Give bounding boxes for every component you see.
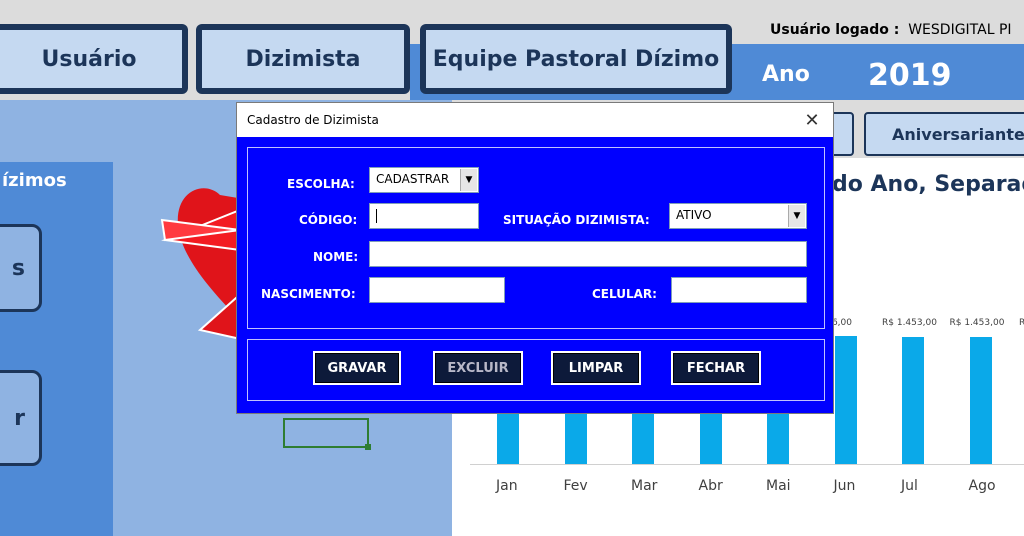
codigo-label: CÓDIGO: [299,213,358,227]
logged-user-label: Usuário logado : [770,22,900,38]
selected-cell[interactable] [283,418,371,450]
celular-input[interactable] [671,277,807,303]
chart-tick-abr: Abr [698,478,723,494]
escolha-value: CADASTRAR [376,172,450,186]
side-button-1[interactable]: s [0,224,42,312]
logged-user: Usuário logado : WESDIGITAL PI [770,22,1012,38]
chart-tick-jan: Jan [496,478,518,494]
nascimento-input[interactable] [369,277,505,303]
chevron-down-icon[interactable]: ▼ [788,205,805,227]
aniversariantes-button[interactable]: Aniversariantes [864,112,1024,156]
dialog-titlebar: Cadastro de Dizimista [237,103,833,137]
chart-tick-mar: Mar [631,478,658,494]
dialog-title: Cadastro de Dizimista [247,113,379,127]
situacao-value: ATIVO [676,208,712,222]
nav-dizimista-button[interactable]: Dizimista [196,24,410,94]
situacao-label: SITUAÇÃO DIZIMISTA: [503,213,650,227]
text-caret [376,208,377,223]
data-label-jul: R$ 1.453,00 [882,318,937,328]
nome-input[interactable] [369,241,807,267]
chart-tick-fev: Fev [563,478,588,494]
chart-tick-jul: Jul [901,478,918,494]
fechar-button[interactable]: FECHAR [671,351,761,385]
situacao-select[interactable]: ATIVO ▼ [669,203,807,229]
nome-label: NOME: [313,250,359,264]
chart-axis [470,464,1024,465]
codigo-input[interactable] [369,203,479,229]
year-label: Ano [762,62,810,87]
cadastro-dialog: Cadastro de Dizimista ✕ ESCOLHA: CADASTR… [236,102,834,414]
logged-user-value: WESDIGITAL PI [908,22,1012,38]
close-icon[interactable]: ✕ [799,107,825,133]
gravar-button[interactable]: GRAVAR [313,351,401,385]
excluir-button[interactable]: EXCLUIR [433,351,523,385]
nav-equipe-button[interactable]: Equipe Pastoral Dízimo [420,24,732,94]
data-label-ago: R$ 1.453,00 [949,318,1005,328]
nav-dizimista-label: Dizimista [202,30,404,88]
chevron-down-icon[interactable]: ▼ [460,169,477,191]
nascimento-label: NASCIMENTO: [261,287,356,301]
nav-equipe-label: Equipe Pastoral Dízimo [426,30,726,88]
chart-tick-ago: Ago [968,478,996,494]
side-button-2[interactable]: r [0,370,42,466]
chart-title: do Ano, Separado [832,172,1024,197]
chart-bar-ago [969,337,992,464]
chart-tick-mai: Mai [766,478,791,494]
chart-tick-jun: Jun [833,478,856,494]
celular-label: CELULAR: [592,287,657,301]
chart-bar-jul [902,337,924,464]
data-label-extra: R [1019,318,1024,328]
nav-usuario-button[interactable]: Usuário [0,24,188,94]
chart-bar-jun [834,336,857,464]
escolha-select[interactable]: CADASTRAR ▼ [369,167,479,193]
year-value: 2019 [868,58,952,93]
dizimos-label: ízimos [2,170,67,191]
left-column [0,162,113,536]
nav-usuario-label: Usuário [0,30,182,88]
escolha-label: ESCOLHA: [287,177,355,191]
limpar-button[interactable]: LIMPAR [551,351,641,385]
